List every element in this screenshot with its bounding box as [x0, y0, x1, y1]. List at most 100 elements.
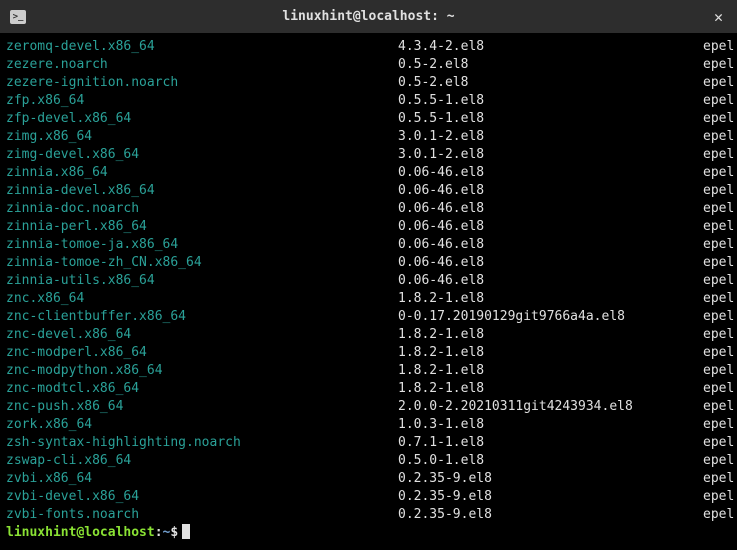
package-row: zvbi-devel.x86_640.2.35-9.el8epel	[6, 488, 731, 506]
package-version: 0.06-46.el8	[398, 182, 703, 200]
package-row: zinnia.x86_640.06-46.el8epel	[6, 164, 731, 182]
package-name: zinnia-devel.x86_64	[6, 182, 398, 200]
package-version: 0.06-46.el8	[398, 200, 703, 218]
prompt-user-host: linuxhint@localhost	[6, 524, 155, 542]
package-name: zinnia-utils.x86_64	[6, 272, 398, 290]
package-version: 1.8.2-1.el8	[398, 344, 703, 362]
package-repo: epel	[703, 506, 734, 524]
package-name: zinnia.x86_64	[6, 164, 398, 182]
package-row: zvbi-fonts.noarch0.2.35-9.el8epel	[6, 506, 731, 524]
prompt-line: linuxhint@localhost:~$	[6, 524, 731, 542]
package-version: 0-0.17.20190129git9766a4a.el8	[398, 308, 703, 326]
package-name: znc-modtcl.x86_64	[6, 380, 398, 398]
package-name: znc-devel.x86_64	[6, 326, 398, 344]
package-repo: epel	[703, 56, 734, 74]
package-version: 0.5.0-1.el8	[398, 452, 703, 470]
package-version: 3.0.1-2.el8	[398, 146, 703, 164]
package-version: 0.06-46.el8	[398, 272, 703, 290]
package-repo: epel	[703, 362, 734, 380]
window-title: linuxhint@localhost: ~	[282, 9, 454, 24]
package-name: zinnia-tomoe-zh_CN.x86_64	[6, 254, 398, 272]
package-version: 1.8.2-1.el8	[398, 362, 703, 380]
package-repo: epel	[703, 290, 734, 308]
package-name: zinnia-tomoe-ja.x86_64	[6, 236, 398, 254]
package-version: 0.2.35-9.el8	[398, 470, 703, 488]
package-repo: epel	[703, 398, 734, 416]
prompt-colon: :	[155, 524, 163, 542]
package-row: zsh-syntax-highlighting.noarch0.7.1-1.el…	[6, 434, 731, 452]
package-version: 1.8.2-1.el8	[398, 326, 703, 344]
package-name: znc.x86_64	[6, 290, 398, 308]
package-row: zinnia-devel.x86_640.06-46.el8epel	[6, 182, 731, 200]
package-row: zfp.x86_640.5.5-1.el8epel	[6, 92, 731, 110]
package-name: znc-push.x86_64	[6, 398, 398, 416]
package-repo: epel	[703, 110, 734, 128]
package-name: zfp.x86_64	[6, 92, 398, 110]
package-version: 2.0.0-2.20210311git4243934.el8	[398, 398, 703, 416]
package-row: zinnia-utils.x86_640.06-46.el8epel	[6, 272, 731, 290]
package-row: znc-modpython.x86_641.8.2-1.el8epel	[6, 362, 731, 380]
package-row: znc-modperl.x86_641.8.2-1.el8epel	[6, 344, 731, 362]
package-row: zeromq-devel.x86_644.3.4-2.el8epel	[6, 38, 731, 56]
package-name: zinnia-doc.noarch	[6, 200, 398, 218]
package-row: zvbi.x86_640.2.35-9.el8epel	[6, 470, 731, 488]
package-row: zezere.noarch0.5-2.el8epel	[6, 56, 731, 74]
package-version: 0.06-46.el8	[398, 164, 703, 182]
package-repo: epel	[703, 128, 734, 146]
package-repo: epel	[703, 236, 734, 254]
package-version: 1.0.3-1.el8	[398, 416, 703, 434]
package-repo: epel	[703, 344, 734, 362]
package-repo: epel	[703, 380, 734, 398]
package-row: zimg.x86_643.0.1-2.el8epel	[6, 128, 731, 146]
package-list: zeromq-devel.x86_644.3.4-2.el8epelzezere…	[6, 38, 731, 524]
package-name: zvbi.x86_64	[6, 470, 398, 488]
package-repo: epel	[703, 38, 734, 56]
package-version: 1.8.2-1.el8	[398, 290, 703, 308]
package-repo: epel	[703, 272, 734, 290]
package-repo: epel	[703, 434, 734, 452]
package-repo: epel	[703, 470, 734, 488]
package-repo: epel	[703, 182, 734, 200]
package-version: 3.0.1-2.el8	[398, 128, 703, 146]
package-version: 0.5-2.el8	[398, 74, 703, 92]
package-name: zvbi-devel.x86_64	[6, 488, 398, 506]
cursor	[182, 524, 190, 539]
package-version: 0.2.35-9.el8	[398, 506, 703, 524]
package-version: 0.06-46.el8	[398, 218, 703, 236]
terminal-icon: >_	[10, 10, 26, 24]
package-repo: epel	[703, 254, 734, 272]
package-row: znc-clientbuffer.x86_640-0.17.20190129gi…	[6, 308, 731, 326]
prompt-path: ~	[163, 524, 171, 542]
package-row: znc-push.x86_642.0.0-2.20210311git424393…	[6, 398, 731, 416]
package-repo: epel	[703, 452, 734, 470]
package-name: zimg-devel.x86_64	[6, 146, 398, 164]
package-version: 1.8.2-1.el8	[398, 380, 703, 398]
package-repo: epel	[703, 326, 734, 344]
titlebar-left: >_	[10, 10, 34, 24]
package-name: zork.x86_64	[6, 416, 398, 434]
package-row: zfp-devel.x86_640.5.5-1.el8epel	[6, 110, 731, 128]
package-name: zezere-ignition.noarch	[6, 74, 398, 92]
package-row: zinnia-doc.noarch0.06-46.el8epel	[6, 200, 731, 218]
package-row: zezere-ignition.noarch0.5-2.el8epel	[6, 74, 731, 92]
package-name: zezere.noarch	[6, 56, 398, 74]
package-repo: epel	[703, 200, 734, 218]
titlebar: >_ linuxhint@localhost: ~ ✕	[0, 0, 737, 34]
package-row: zimg-devel.x86_643.0.1-2.el8epel	[6, 146, 731, 164]
package-repo: epel	[703, 92, 734, 110]
package-name: zeromq-devel.x86_64	[6, 38, 398, 56]
package-name: zvbi-fonts.noarch	[6, 506, 398, 524]
package-version: 0.06-46.el8	[398, 236, 703, 254]
package-name: znc-modpython.x86_64	[6, 362, 398, 380]
package-repo: epel	[703, 74, 734, 92]
package-name: zimg.x86_64	[6, 128, 398, 146]
package-version: 0.5-2.el8	[398, 56, 703, 74]
package-row: znc-modtcl.x86_641.8.2-1.el8epel	[6, 380, 731, 398]
package-version: 0.5.5-1.el8	[398, 92, 703, 110]
close-button[interactable]: ✕	[710, 6, 727, 28]
package-repo: epel	[703, 488, 734, 506]
package-row: zswap-cli.x86_640.5.0-1.el8epel	[6, 452, 731, 470]
terminal-content[interactable]: zeromq-devel.x86_644.3.4-2.el8epelzezere…	[0, 34, 737, 550]
package-repo: epel	[703, 164, 734, 182]
package-name: zsh-syntax-highlighting.noarch	[6, 434, 398, 452]
